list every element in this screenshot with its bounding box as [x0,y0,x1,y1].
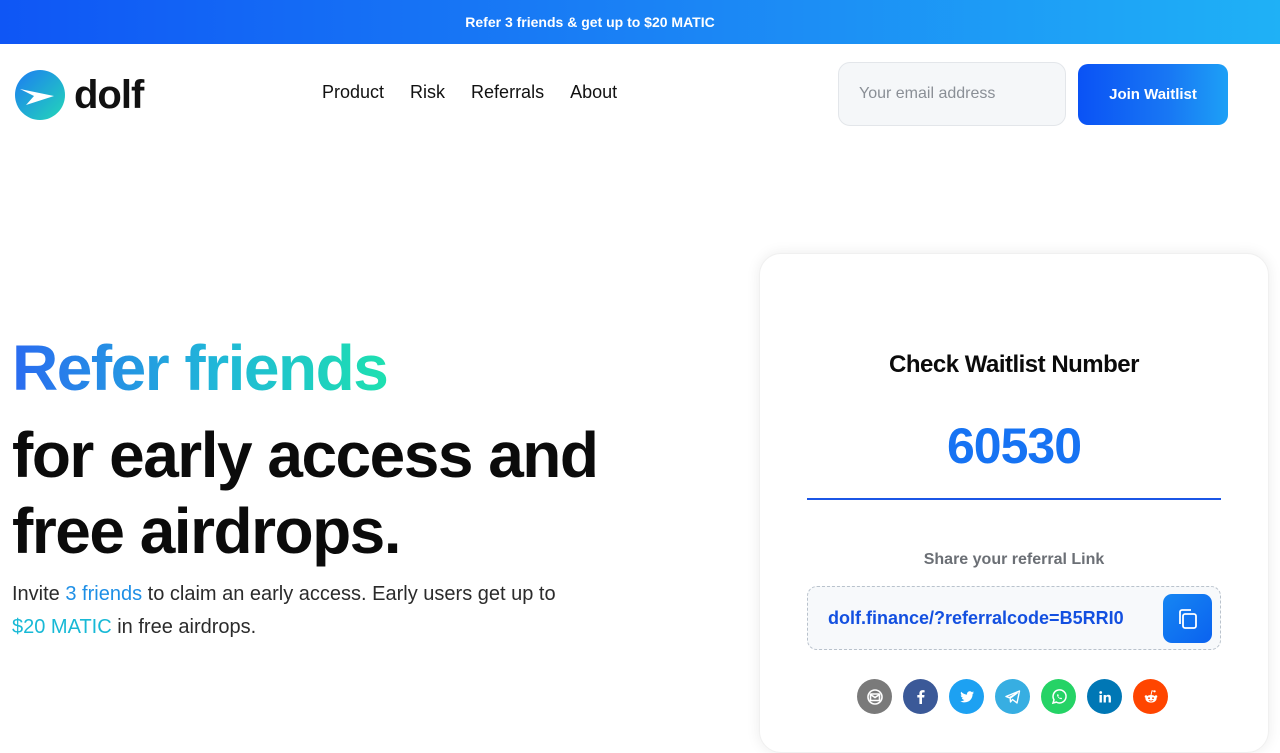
referral-link-box: dolf.finance/?referralcode=B5RRI0 [807,586,1221,650]
referral-link-text[interactable]: dolf.finance/?referralcode=B5RRI0 [828,608,1124,629]
join-waitlist-button[interactable]: Join Waitlist [1078,64,1228,125]
email-input[interactable] [838,62,1066,126]
email-icon [866,688,883,705]
copy-link-button[interactable] [1163,594,1212,643]
banner-text: Refer 3 friends & get up to $20 MATIC [465,14,715,30]
hero-sub-highlight-matic: $20 MATIC [12,616,112,638]
dolf-logo-icon [15,70,65,120]
nav-item-product[interactable]: Product [322,82,384,103]
nav-item-referrals[interactable]: Referrals [471,82,544,103]
hero-title-line2: for early access and [12,419,599,491]
share-label: Share your referral Link [923,551,1105,568]
main-nav: Product Risk Referrals About [322,82,617,103]
linkedin-icon [1098,690,1111,702]
card-title: Check Waitlist Number [889,351,1140,378]
facebook-share-button[interactable] [903,679,938,714]
waitlist-card: Check Waitlist Number 60530 Share your r… [759,253,1269,753]
twitter-icon [959,690,974,702]
hero-subtitle: Invite 3 friends to claim an early acces… [12,578,572,644]
copy-icon [1178,608,1197,629]
twitter-share-button[interactable] [949,679,984,714]
share-icons [857,679,1168,714]
waitlist-number: 60530 [946,418,1082,474]
nav-item-risk[interactable]: Risk [410,82,445,103]
card-divider [807,498,1221,500]
facebook-icon [916,689,925,704]
nav-item-about[interactable]: About [570,82,617,103]
linkedin-share-button[interactable] [1087,679,1122,714]
whatsapp-icon [1051,688,1067,704]
reddit-icon [1144,689,1157,703]
hero-title: Refer friends for early access and free … [12,330,599,569]
hero-title-highlight: Refer friends [12,332,389,404]
telegram-share-button[interactable] [995,679,1030,714]
email-share-button[interactable] [857,679,892,714]
hero-sub-text-1: Invite [12,583,66,605]
hero-sub-text-3: in free airdrops. [111,616,257,638]
announcement-banner: Refer 3 friends & get up to $20 MATIC [0,0,1280,44]
brand-logo[interactable]: dolf [14,69,144,121]
hero-sub-highlight-friends: 3 friends [65,583,143,605]
hero-title-line3: free airdrops. [12,495,402,567]
hero-sub-text-2: to claim an early access. Early users ge… [142,583,556,605]
whatsapp-share-button[interactable] [1041,679,1076,714]
telegram-icon [1004,689,1020,704]
reddit-share-button[interactable] [1133,679,1168,714]
brand-name: dolf [74,73,144,117]
